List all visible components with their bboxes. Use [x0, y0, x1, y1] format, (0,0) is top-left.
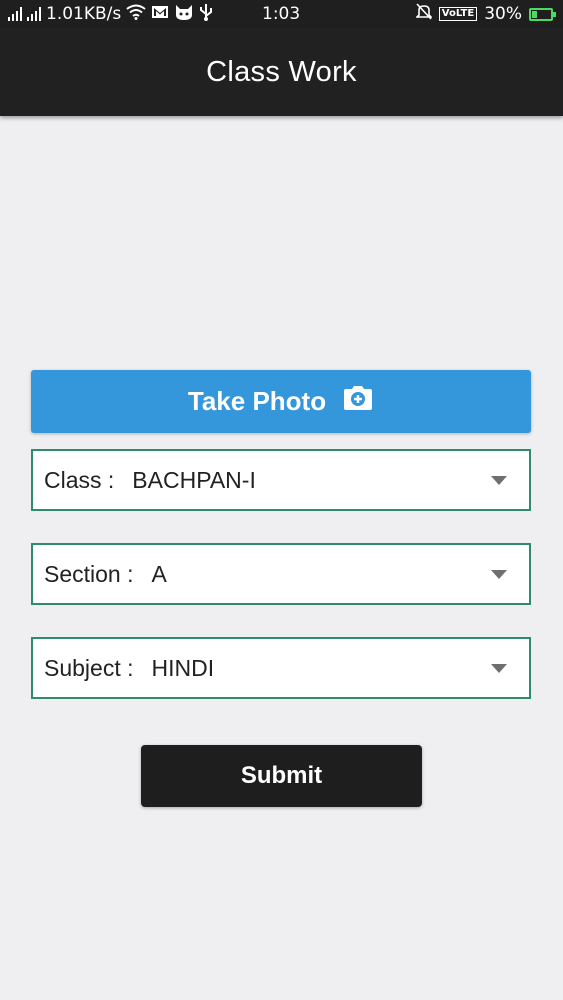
volte-icon: VoLTE — [438, 7, 478, 21]
section-dropdown[interactable]: Section : A — [31, 543, 531, 605]
section-label: Section : — [44, 560, 134, 587]
subject-label: Subject : — [44, 654, 134, 681]
wifi-icon — [126, 4, 146, 25]
class-value: BACHPAN-I — [132, 466, 256, 493]
silent-bell-icon — [414, 3, 433, 25]
signal-icon — [8, 7, 22, 21]
gmail-icon — [151, 4, 169, 24]
take-photo-label: Take Photo — [187, 386, 327, 416]
status-time: 1:03 — [262, 4, 301, 24]
app-toolbar: Class Work — [0, 28, 563, 116]
submit-label: Submit — [240, 762, 323, 789]
class-label: Class : — [44, 466, 115, 493]
section-value: A — [151, 560, 167, 587]
status-bar: 1.01KB/s 1:03 VoLTE 30% — [0, 0, 563, 28]
signal-icon — [27, 7, 41, 21]
chevron-down-icon — [491, 570, 507, 579]
camera-icon — [342, 385, 374, 418]
chevron-down-icon — [491, 476, 507, 485]
cat-app-icon — [174, 3, 194, 26]
subject-value: HINDI — [151, 654, 215, 681]
submit-button[interactable]: Submit — [141, 745, 422, 807]
status-left-group: 1.01KB/s — [8, 3, 213, 25]
network-speed: 1.01KB/s — [46, 4, 122, 24]
battery-percent: 30% — [484, 4, 522, 24]
class-dropdown[interactable]: Class : BACHPAN-I — [31, 449, 531, 511]
take-photo-button[interactable]: Take Photo — [31, 370, 531, 433]
battery-charging-icon — [529, 7, 556, 21]
page-title: Class Work — [206, 56, 357, 88]
chevron-down-icon — [491, 664, 507, 673]
subject-dropdown[interactable]: Subject : HINDI — [31, 637, 531, 699]
status-right-group: VoLTE 30% — [414, 3, 556, 25]
usb-icon — [199, 3, 213, 26]
